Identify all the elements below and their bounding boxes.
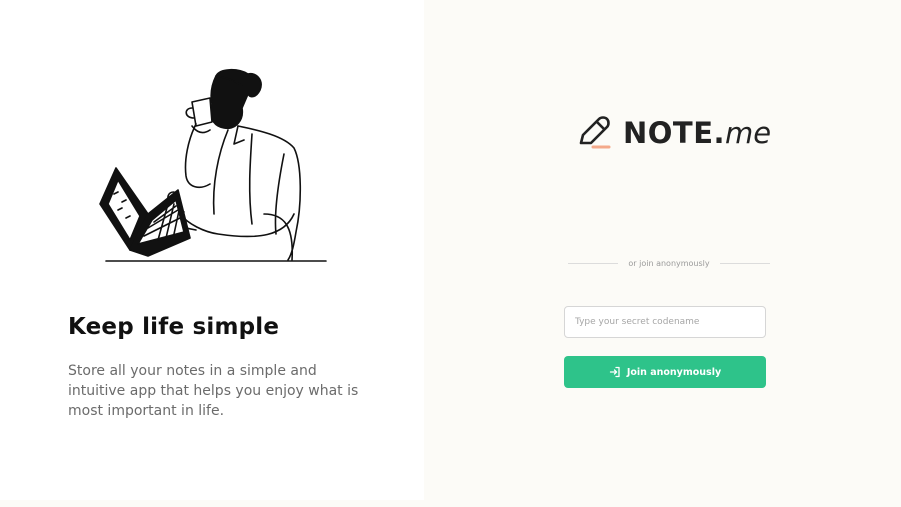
divider-line-right — [719, 263, 771, 264]
man-with-laptop-illustration — [99, 68, 327, 262]
auth-panel: NOTE. me or join anonymously Join anonym… — [424, 0, 901, 507]
pencil-icon — [579, 116, 611, 149]
codename-input[interactable] — [564, 306, 766, 338]
divider-line-left — [568, 263, 619, 264]
brand-suffix: me — [725, 116, 772, 150]
join-button-label: Join anonymously — [626, 366, 722, 378]
join-anonymously-button[interactable]: Join anonymously — [564, 356, 766, 388]
divider: or join anonymously — [568, 259, 771, 268]
divider-text: or join anonymously — [628, 259, 710, 268]
login-page: Keep life simple Store all your notes in… — [0, 0, 901, 507]
brand-logo: NOTE. me — [575, 114, 771, 152]
page-tagline: Keep life simple — [68, 314, 280, 340]
sign-in-icon — [609, 366, 620, 378]
brand-name: NOTE. — [623, 116, 726, 150]
hero-panel: Keep life simple Store all your notes in… — [0, 0, 424, 500]
page-description: Store all your notes in a simple and int… — [68, 363, 359, 419]
